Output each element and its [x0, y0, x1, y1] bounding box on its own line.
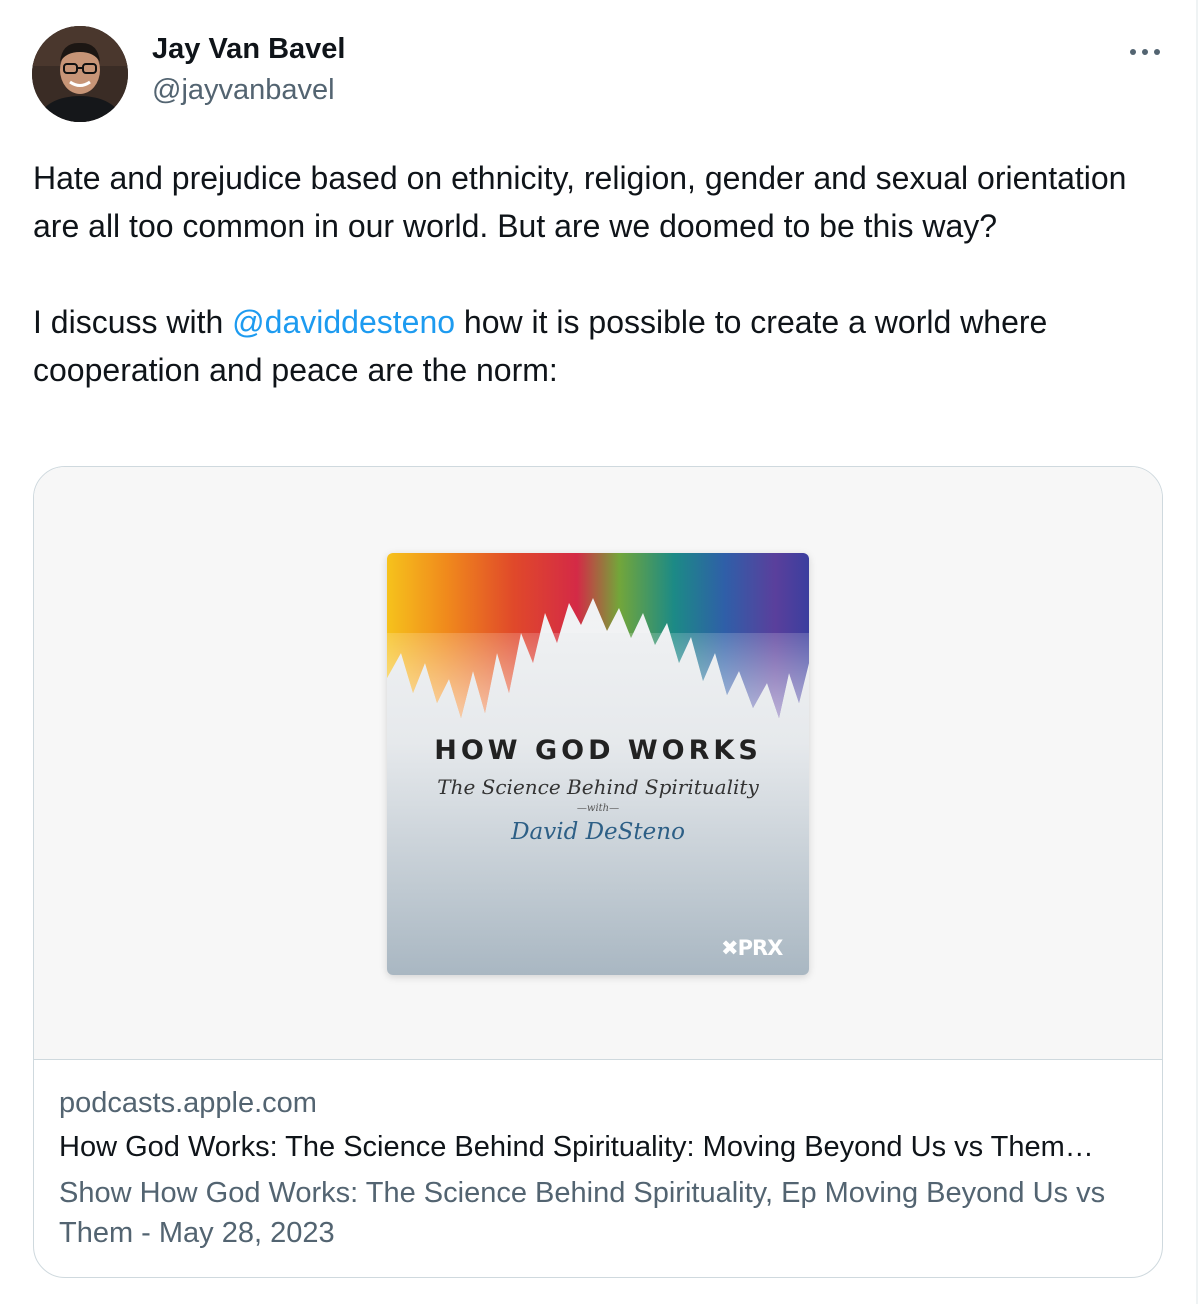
- tweet-text: Hate and prejudice based on ethnicity, r…: [33, 154, 1173, 394]
- artwork-with-label: —with—: [576, 803, 620, 814]
- more-horizontal-icon: [1130, 49, 1160, 55]
- prx-brand-text: PRX: [737, 936, 784, 960]
- prx-x-icon: ✖: [721, 936, 739, 960]
- link-preview-card[interactable]: HOW GOD WORKS The Science Behind Spiritu…: [33, 466, 1163, 1278]
- avatar-photo: [32, 26, 128, 122]
- artwork-author: David DeSteno: [511, 819, 685, 845]
- podcast-artwork: HOW GOD WORKS The Science Behind Spiritu…: [387, 553, 809, 975]
- tweet-paragraph: Hate and prejudice based on ethnicity, r…: [33, 160, 1127, 244]
- author-handle[interactable]: @jayvanbavel: [152, 74, 335, 107]
- avatar[interactable]: [32, 26, 128, 122]
- artwork-subtitle: The Science Behind Spirituality: [437, 775, 759, 799]
- artwork-title: HOW GOD WORKS: [434, 735, 762, 766]
- prx-logo: ✖PRX: [721, 936, 784, 960]
- tweet-text-segment: I discuss with: [33, 304, 233, 340]
- more-options-button[interactable]: [1120, 36, 1170, 68]
- card-title[interactable]: How God Works: The Science Behind Spirit…: [59, 1131, 1139, 1164]
- card-media[interactable]: HOW GOD WORKS The Science Behind Spiritu…: [34, 467, 1162, 1060]
- author-name[interactable]: Jay Van Bavel: [152, 33, 345, 66]
- card-domain[interactable]: podcasts.apple.com: [59, 1087, 317, 1120]
- tweet-paragraph: I discuss with @daviddesteno how it is p…: [33, 298, 1173, 394]
- mention-link[interactable]: @daviddesteno: [232, 304, 455, 340]
- card-description[interactable]: Show How God Works: The Science Behind S…: [59, 1173, 1139, 1253]
